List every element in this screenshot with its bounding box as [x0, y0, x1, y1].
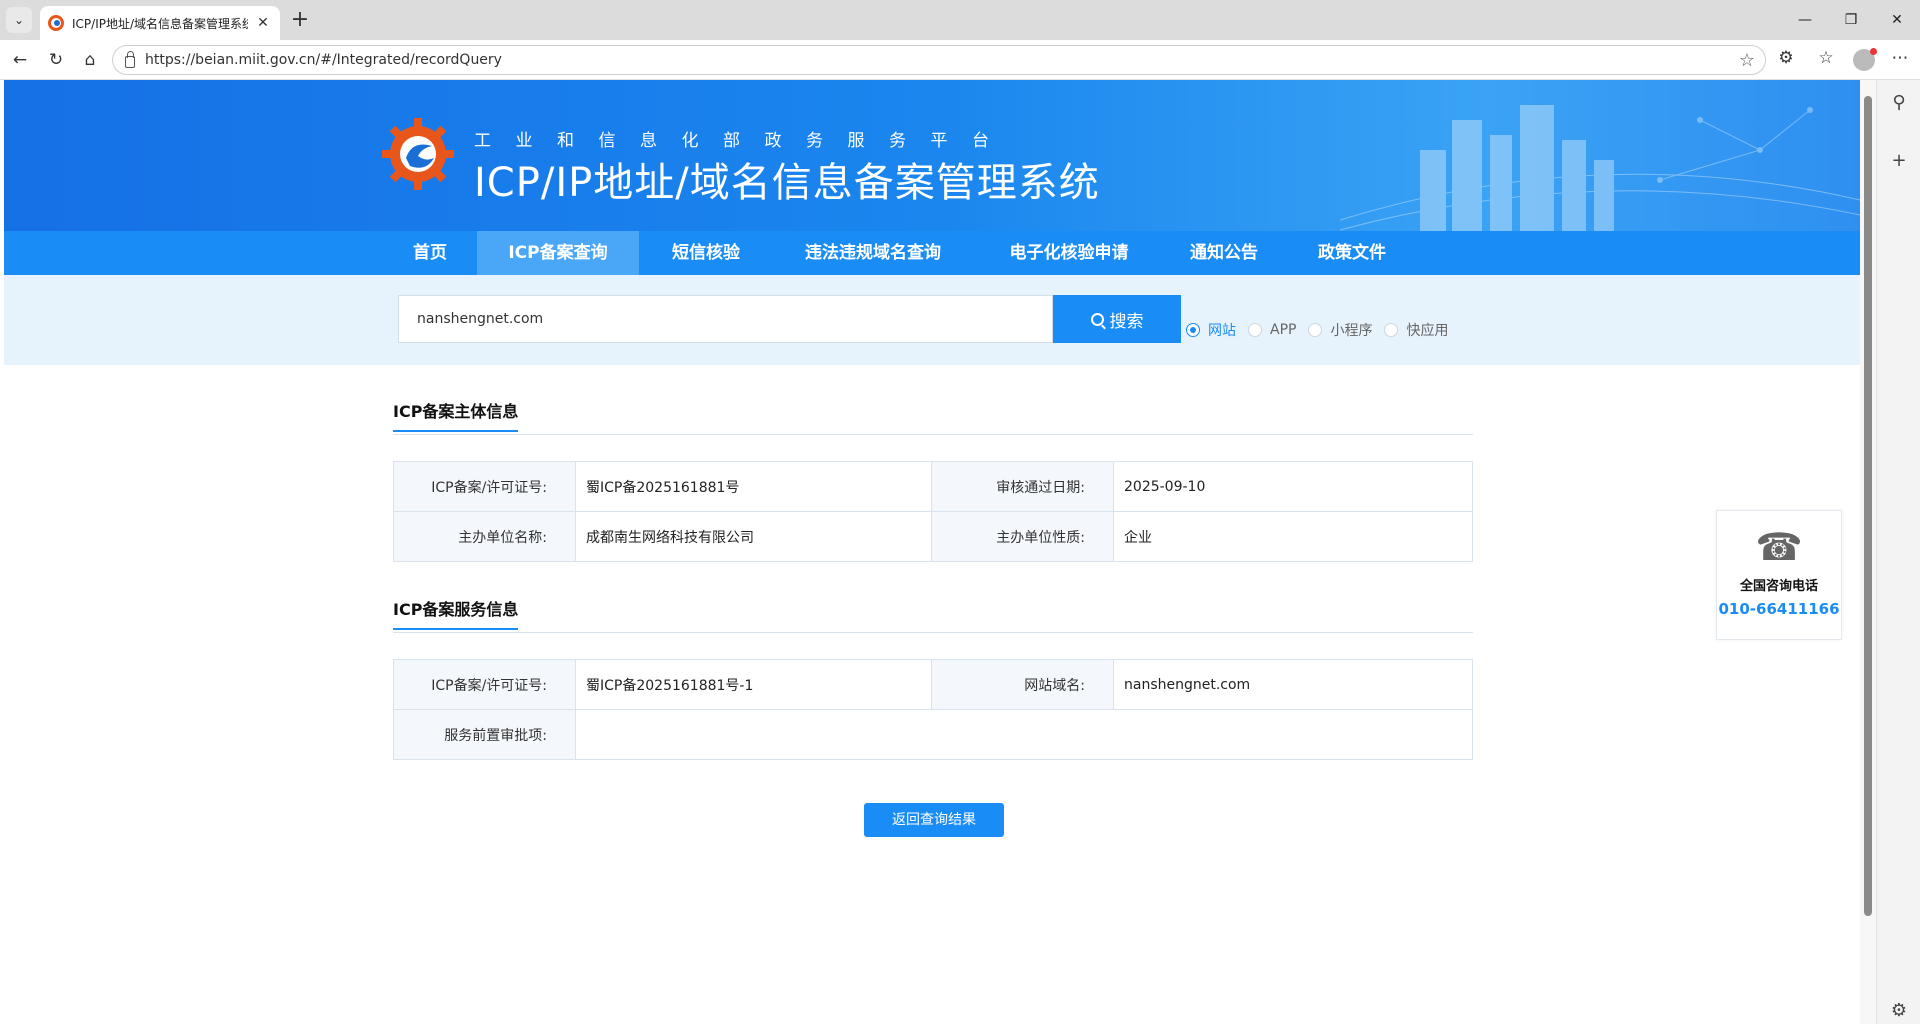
- nav-item-sms-verify[interactable]: 短信核验: [644, 231, 768, 275]
- url-text[interactable]: https://beian.miit.gov.cn/#/Integrated/r…: [145, 52, 1739, 68]
- lock-icon[interactable]: [125, 50, 135, 68]
- pre-approval-value: [575, 709, 1473, 760]
- section-divider: [393, 632, 1473, 633]
- organizer-name-value: 成都南生网络科技有限公司: [575, 511, 932, 562]
- radio-app[interactable]: APP: [1248, 322, 1296, 338]
- miit-gear-logo-icon: [382, 118, 454, 190]
- subject-info-section-title: ICP备案主体信息: [393, 398, 519, 432]
- new-tab-button[interactable]: +: [288, 8, 312, 32]
- radio-quick-app[interactable]: 快应用: [1384, 320, 1448, 340]
- site-banner: 工业和信息化部政务服务平台 ICP/IP地址/域名信息备案管理系统: [4, 80, 1860, 231]
- radio-dot: [1308, 323, 1323, 337]
- sidebar-add-icon[interactable]: +: [1887, 150, 1911, 171]
- hotline-widget: ☎ 全国咨询电话 010-66411166: [1716, 510, 1842, 640]
- address-toolbar: ← ↻ ⌂ https://beian.miit.gov.cn/#/Integr…: [0, 40, 1920, 80]
- subject-info-table: ICP备案/许可证号: 蜀ICP备2025161881号 审核通过日期: 202…: [393, 461, 1473, 562]
- section-divider: [393, 434, 1473, 435]
- nav-item-icp-query[interactable]: ICP备案查询: [477, 231, 639, 275]
- favorite-star-icon[interactable]: ☆: [1739, 50, 1755, 71]
- radio-dot: [1248, 323, 1262, 337]
- search-area: nanshengnet.com 搜索 网站 APP 小程序 快应用: [4, 275, 1860, 365]
- service-icp-license-label: ICP备案/许可证号:: [393, 659, 576, 710]
- scrollbar-thumb[interactable]: [1864, 96, 1872, 916]
- table-row: 服务前置审批项:: [393, 709, 1473, 760]
- nav-item-home[interactable]: 首页: [390, 231, 470, 275]
- browser-tab[interactable]: ICP/IP地址/域名信息备案管理系统 ✕: [40, 6, 280, 40]
- nav-item-policy-docs[interactable]: 政策文件: [1296, 231, 1408, 275]
- radio-dot: [1186, 323, 1200, 337]
- page-viewport: 工业和信息化部政务服务平台 ICP/IP地址/域名信息备案管理系统 首页 ICP…: [4, 80, 1860, 1024]
- search-button[interactable]: 搜索: [1053, 295, 1181, 343]
- radio-website[interactable]: 网站: [1186, 320, 1236, 340]
- favorites-icon[interactable]: ☆: [1814, 48, 1838, 68]
- radio-mini-program-label: 小程序: [1330, 323, 1373, 339]
- organizer-name-label: 主办单位名称:: [393, 511, 576, 562]
- more-menu-icon[interactable]: ⋯: [1888, 48, 1912, 68]
- main-navigation: 首页 ICP备案查询 短信核验 违法违规域名查询 电子化核验申请 通知公告 政策…: [4, 231, 1860, 275]
- radio-dot: [1384, 323, 1399, 337]
- back-to-results-button[interactable]: 返回查询结果: [864, 803, 1004, 837]
- minimize-button[interactable]: —: [1782, 0, 1828, 40]
- search-icon: [1090, 312, 1104, 326]
- reload-icon[interactable]: ↻: [44, 48, 68, 72]
- restore-button[interactable]: ❐: [1828, 0, 1874, 40]
- city-skyline-decoration: [1340, 105, 1860, 231]
- icp-license-label: ICP备案/许可证号:: [393, 461, 576, 512]
- tab-close-icon[interactable]: ✕: [254, 15, 272, 31]
- approval-date-label: 审核通过日期:: [931, 461, 1114, 512]
- window-close-button[interactable]: ✕: [1874, 0, 1920, 40]
- home-icon[interactable]: ⌂: [78, 48, 102, 72]
- back-arrow-icon[interactable]: ←: [8, 48, 32, 72]
- extensions-icon[interactable]: ⚙: [1774, 48, 1798, 68]
- banner-title: ICP/IP地址/域名信息备案管理系统: [474, 160, 1100, 206]
- search-input[interactable]: nanshengnet.com: [398, 295, 1053, 343]
- telephone-icon: ☎: [1755, 525, 1803, 569]
- service-icp-license-value: 蜀ICP备2025161881号-1: [575, 659, 932, 710]
- sidebar-settings-icon[interactable]: ⚙: [1887, 1000, 1911, 1021]
- tab-title: ICP/IP地址/域名信息备案管理系统: [72, 16, 248, 31]
- tab-list-button[interactable]: ⌄: [6, 7, 32, 33]
- radio-quick-app-label: 快应用: [1406, 323, 1449, 339]
- table-row: ICP备案/许可证号: 蜀ICP备2025161881号 审核通过日期: 202…: [393, 461, 1473, 512]
- pre-approval-label: 服务前置审批项:: [393, 709, 576, 760]
- search-button-label: 搜索: [1109, 311, 1144, 332]
- service-info-section-title: ICP备案服务信息: [393, 596, 519, 630]
- table-row: ICP备案/许可证号: 蜀ICP备2025161881号-1 网站域名: nan…: [393, 659, 1473, 710]
- service-info-table: ICP备案/许可证号: 蜀ICP备2025161881号-1 网站域名: nan…: [393, 659, 1473, 760]
- banner-subtitle: 工业和信息化部政务服务平台: [474, 131, 1014, 151]
- radio-app-label: APP: [1270, 322, 1297, 338]
- site-domain-label: 网站域名:: [931, 659, 1114, 710]
- hotline-number: 010-66411166: [1718, 600, 1840, 618]
- approval-date-value: 2025-09-10: [1113, 461, 1473, 512]
- address-bar[interactable]: https://beian.miit.gov.cn/#/Integrated/r…: [112, 45, 1766, 75]
- icp-license-value: 蜀ICP备2025161881号: [575, 461, 932, 512]
- site-favicon-icon: [48, 15, 64, 31]
- sidebar-search-icon[interactable]: ⚲: [1887, 92, 1911, 113]
- browser-tab-strip: ⌄ ICP/IP地址/域名信息备案管理系统 ✕ + — ❐ ✕: [0, 0, 1920, 40]
- organizer-type-value: 企业: [1113, 511, 1473, 562]
- nav-item-notices[interactable]: 通知公告: [1168, 231, 1280, 275]
- edge-sidebar: ⚲ + ⚙: [1876, 80, 1920, 1024]
- hotline-label: 全国咨询电话: [1739, 579, 1818, 594]
- organizer-type-label: 主办单位性质:: [931, 511, 1114, 562]
- table-row: 主办单位名称: 成都南生网络科技有限公司 主办单位性质: 企业: [393, 511, 1473, 562]
- search-type-radio-group: 网站 APP 小程序 快应用: [1186, 320, 1460, 340]
- profile-badge: [1870, 48, 1877, 55]
- site-domain-value: nanshengnet.com: [1113, 659, 1473, 710]
- radio-mini-program[interactable]: 小程序: [1308, 320, 1372, 340]
- nav-item-e-verify-apply[interactable]: 电子化核验申请: [984, 231, 1154, 275]
- nav-item-illegal-domain-query[interactable]: 违法违规域名查询: [782, 231, 964, 275]
- radio-website-label: 网站: [1208, 323, 1236, 339]
